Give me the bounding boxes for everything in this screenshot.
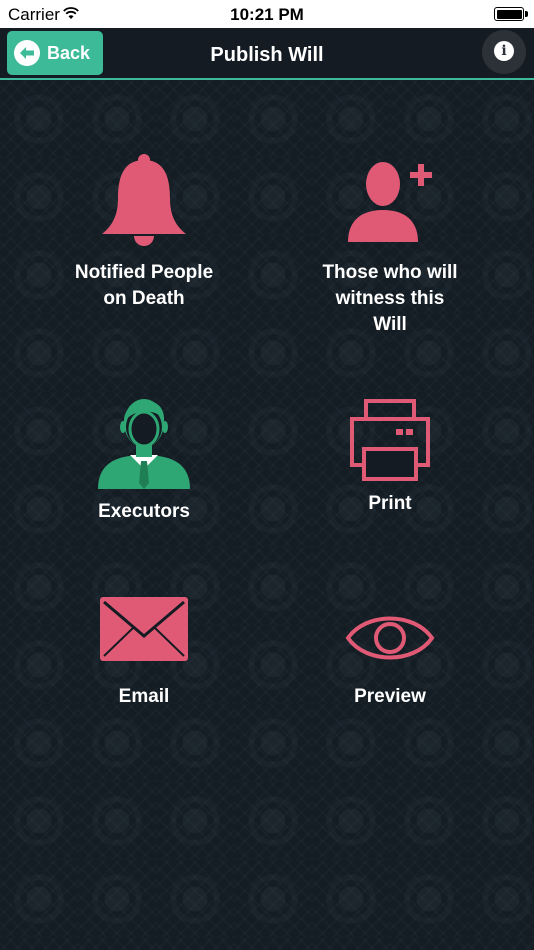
info-button[interactable]: i: [482, 30, 526, 74]
info-icon: i: [494, 41, 514, 61]
tile-label: Print: [368, 493, 412, 514]
battery-icon: [494, 7, 528, 21]
add-person-icon: [348, 162, 432, 242]
tile-notified-people[interactable]: Notified People on Death: [44, 150, 244, 312]
tile-witnesses[interactable]: Those who will witness this Will: [290, 150, 490, 338]
tile-print[interactable]: Print: [290, 397, 490, 517]
printer-icon: [350, 399, 430, 481]
page-title: Publish Will: [210, 44, 324, 66]
tile-preview[interactable]: Preview: [290, 606, 490, 710]
status-bar: Carrier 10:21 PM: [0, 0, 534, 28]
clock-time: 10:21 PM: [230, 5, 304, 24]
bell-icon: [102, 154, 186, 246]
businessman-icon: [98, 399, 190, 489]
tile-label: Notified People on Death: [74, 262, 214, 309]
tile-label: Preview: [354, 686, 426, 707]
tile-label: Email: [118, 686, 170, 707]
eye-icon: [345, 616, 435, 660]
envelope-icon: [100, 597, 188, 661]
navigation-bar: Back Publish Will i: [0, 28, 534, 80]
tile-email[interactable]: Email: [44, 596, 244, 710]
tile-label: Executors: [98, 501, 190, 522]
tile-executors[interactable]: Executors: [44, 385, 244, 525]
tile-label: Those who will witness this Will: [322, 262, 458, 335]
